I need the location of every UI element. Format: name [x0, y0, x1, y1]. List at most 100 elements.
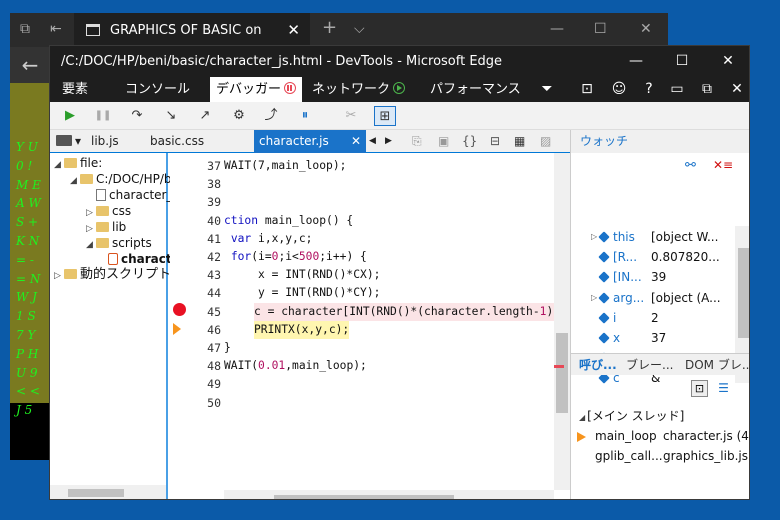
breakpoint-gutter[interactable]	[170, 153, 188, 499]
background-tab[interactable]: GRAPHICS OF BASIC on ✕	[74, 13, 310, 47]
bg-minimize-icon[interactable]: —	[550, 21, 564, 37]
file-tab-basic-css[interactable]: basic.css	[150, 130, 204, 153]
line-number[interactable]: 48	[207, 359, 221, 373]
help-icon[interactable]: ?	[638, 77, 660, 102]
watch-row[interactable]: i2	[571, 308, 735, 328]
tree-horizontal-scrollbar[interactable]	[50, 485, 166, 499]
step-into-icon[interactable]: ↘	[160, 106, 182, 126]
watch-row[interactable]: [IN... 39	[571, 267, 735, 287]
just-my-code-icon[interactable]: ⊡	[691, 380, 708, 397]
call-frame-row[interactable]: gplib_call... graphics_lib.js (1	[571, 446, 749, 466]
step-out-icon[interactable]: ↗	[194, 106, 216, 126]
code-horizontal-scrollbar[interactable]	[224, 490, 554, 499]
close-file-tab-icon[interactable]: ✕	[351, 130, 361, 153]
tab-actions-icon[interactable]: ⧉	[20, 21, 30, 37]
bg-close-icon[interactable]: ✕	[640, 21, 652, 37]
line-number[interactable]: 47	[207, 341, 221, 355]
code-line[interactable]: var i,x,y,c;	[224, 230, 313, 248]
set-tabs-aside-icon[interactable]: ⇤	[50, 21, 62, 37]
breakpoint-marker[interactable]	[173, 303, 186, 316]
more-tools-chevron-icon[interactable]: ⏷	[536, 77, 558, 102]
minimize-icon[interactable]: —	[613, 46, 659, 77]
console-drawer-icon[interactable]: ⊡	[576, 77, 598, 102]
line-number[interactable]: 38	[207, 177, 221, 191]
line-number[interactable]: 44	[207, 286, 221, 300]
tab-scroll-left-icon[interactable]: ◀	[369, 130, 376, 153]
expand-arrow-icon[interactable]: ◢	[70, 173, 80, 189]
file-tab-lib[interactable]: lib.js	[91, 130, 119, 153]
watch-row[interactable]: ▷ this [object W...	[571, 227, 735, 247]
tree-item-character-js[interactable]: characte	[108, 251, 180, 267]
expand-arrow-icon[interactable]: ◢	[86, 237, 96, 253]
add-watch-icon[interactable]: ⚯	[685, 158, 696, 173]
line-number[interactable]: 50	[207, 396, 221, 410]
expand-arrow-icon[interactable]: ◢	[54, 157, 64, 173]
code-line[interactable]: ction main_loop() {	[224, 212, 353, 230]
close-window-icon[interactable]: ✕	[705, 46, 749, 77]
line-number[interactable]: 37	[207, 159, 221, 173]
save-icon[interactable]: ▣	[438, 130, 449, 153]
tab-performance[interactable]: パフォーマンス	[430, 77, 521, 102]
new-tab-icon[interactable]: +	[322, 17, 337, 38]
folder-menu-icon[interactable]: ▾	[56, 130, 81, 153]
close-devtools-icon[interactable]: ✕	[726, 77, 748, 102]
code-line[interactable]: PRINTX(x,y,c);	[254, 320, 350, 339]
line-number[interactable]: 45	[207, 305, 221, 319]
tab-dom-breakpoints[interactable]: DOM ブレ...	[685, 354, 749, 376]
code-line[interactable]: x = INT(RND()*CX);	[224, 266, 380, 284]
expand-arrow-icon[interactable]: ▷	[54, 268, 64, 284]
back-arrow-icon[interactable]: ←	[10, 47, 50, 83]
thread-row[interactable]: ◢ [メイン スレッド]	[571, 406, 749, 426]
code-editor[interactable]: WAIT(7,main_loop); ction main_loop() { va…	[224, 153, 554, 499]
line-number[interactable]: 49	[207, 377, 221, 391]
step-over-icon[interactable]: ↷	[126, 106, 148, 126]
tree-item-dynamic-scripts[interactable]: ▷ 動的スクリプト	[54, 267, 171, 283]
scroll-thumb[interactable]	[556, 333, 568, 413]
event-breakpoint-icon[interactable]: ⚙	[228, 106, 250, 126]
line-number[interactable]: 42	[207, 250, 221, 264]
tab-console[interactable]: コンソール	[125, 77, 190, 102]
tree-item-scripts[interactable]: ◢ scripts	[86, 235, 152, 251]
line-number[interactable]: 40	[207, 214, 221, 228]
feedback-smiley-icon[interactable]: ☺	[608, 77, 630, 102]
continue-icon[interactable]: ▶	[59, 106, 81, 126]
line-number[interactable]: 39	[207, 195, 221, 209]
copy-icon[interactable]: ⎘	[412, 130, 422, 153]
delete-all-watches-icon[interactable]: ✕≡	[713, 158, 733, 172]
just-my-code-icon[interactable]: ⊞	[374, 106, 396, 126]
code-line[interactable]: y = INT(RND()*CY);	[224, 284, 380, 302]
call-frame-row[interactable]: main_loop character.js (46, 9	[571, 426, 749, 446]
dock-icon[interactable]: ▭	[666, 77, 688, 102]
tab-network[interactable]: ネットワーク	[312, 77, 406, 102]
tree-item-file[interactable]: ◢ file:	[54, 155, 102, 171]
watch-header[interactable]: ウォッチ	[571, 130, 749, 153]
bg-maximize-icon[interactable]: ☐	[594, 21, 607, 37]
pretty-print-icon[interactable]: {}	[462, 130, 477, 153]
watch-row[interactable]: [R... 0.807820...	[571, 247, 735, 267]
line-number[interactable]: 46	[207, 323, 221, 337]
line-number[interactable]: 41	[207, 232, 221, 246]
file-tab-character-js[interactable]: character.js ✕	[254, 130, 366, 153]
code-vertical-scrollbar[interactable]	[554, 153, 570, 490]
pause-on-exceptions-icon[interactable]: ⏸	[294, 106, 316, 126]
tab-debugger[interactable]: デバッガー	[210, 77, 303, 102]
close-tab-icon[interactable]: ✕	[287, 21, 300, 39]
maximize-icon[interactable]: ☐	[659, 46, 705, 77]
code-line[interactable]: WAIT(0.01,main_loop);	[224, 357, 367, 375]
tab-scroll-right-icon[interactable]: ▶	[385, 130, 392, 153]
tree-item-lib[interactable]: ▷ lib	[86, 219, 126, 235]
line-number[interactable]: 43	[207, 268, 221, 282]
tab-list-chevron-icon[interactable]: ⌵	[354, 21, 365, 37]
tree-item-character-html[interactable]: character_	[96, 187, 172, 203]
code-line[interactable]: c = character[INT(RND()*(character.lengt…	[254, 302, 554, 321]
undock-icon[interactable]: ⧉	[696, 77, 718, 102]
code-line[interactable]: }	[224, 339, 231, 357]
watch-row[interactable]: ▷ arg... [object (A...	[571, 288, 735, 308]
blackbox-icon[interactable]: ▨	[540, 130, 551, 153]
tab-breakpoints[interactable]: ブレー...	[626, 354, 673, 376]
tab-elements[interactable]: 要素	[62, 77, 88, 102]
scroll-thumb[interactable]	[738, 248, 749, 338]
scroll-thumb[interactable]	[274, 495, 454, 499]
scroll-thumb[interactable]	[68, 489, 124, 497]
watch-row[interactable]: x 37	[571, 328, 735, 348]
